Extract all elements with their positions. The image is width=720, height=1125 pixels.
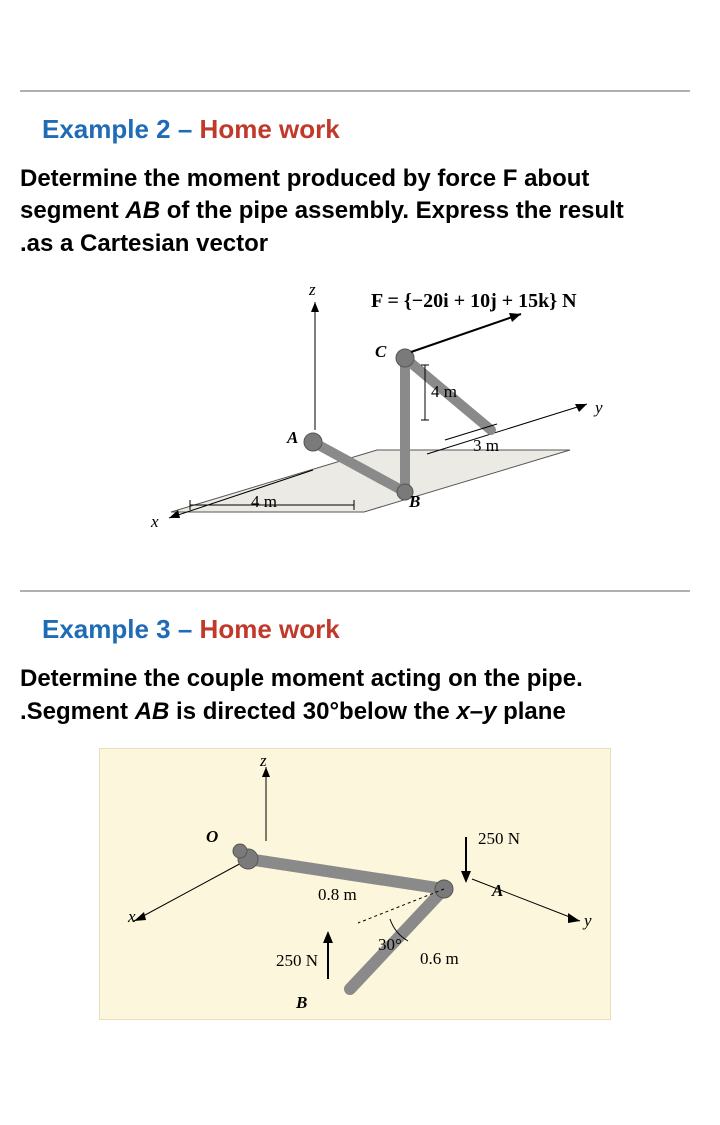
axis-y-label: y (595, 398, 603, 418)
divider-mid (20, 590, 690, 592)
point-C: C (375, 342, 386, 362)
dim-08m: 0.8 m (318, 885, 357, 905)
heading-3-suffix: Home work (200, 614, 340, 644)
point-B: B (409, 492, 420, 512)
heading-3-prefix: Example 3 – (42, 614, 200, 644)
point-B-3: B (296, 993, 307, 1013)
divider-top (20, 90, 690, 92)
force-F-label: F = {−20i + 10j + 15k} N (371, 290, 577, 313)
axis-z-label: z (309, 280, 316, 300)
axis-x-label: x (151, 512, 159, 532)
point-O: O (206, 827, 218, 847)
dim-4m-vert: 4 m (431, 382, 457, 402)
point-A-3: A (492, 881, 503, 901)
point-A: A (287, 428, 298, 448)
figure-example-3: z y x O A B 0.8 m 0.6 m 30° 250 N 250 N (99, 748, 611, 1020)
heading-example-3: Example 3 – Home work (42, 614, 690, 645)
dim-4m-left: 4 m (251, 492, 277, 512)
heading-example-2: Example 2 – Home work (42, 114, 690, 145)
axis-z-label-3: z (260, 751, 267, 771)
figure-example-2: z y x A B C 4 m 4 m 3 m F = {−20i + 10j … (75, 280, 635, 560)
force-250-top: 250 N (478, 829, 520, 849)
prompt-example-2: Determine the moment produced by force F… (20, 163, 690, 260)
dim-3m: 3 m (473, 436, 499, 456)
force-250-bot: 250 N (276, 951, 318, 971)
angle-30: 30° (378, 935, 402, 955)
axis-x-label-3: x (128, 907, 136, 927)
heading-2-suffix: Home work (200, 114, 340, 144)
axis-y-label-3: y (584, 911, 592, 931)
prompt-example-3: Determine the couple moment acting on th… (20, 663, 690, 728)
dim-06m: 0.6 m (420, 949, 459, 969)
heading-2-prefix: Example 2 – (42, 114, 200, 144)
